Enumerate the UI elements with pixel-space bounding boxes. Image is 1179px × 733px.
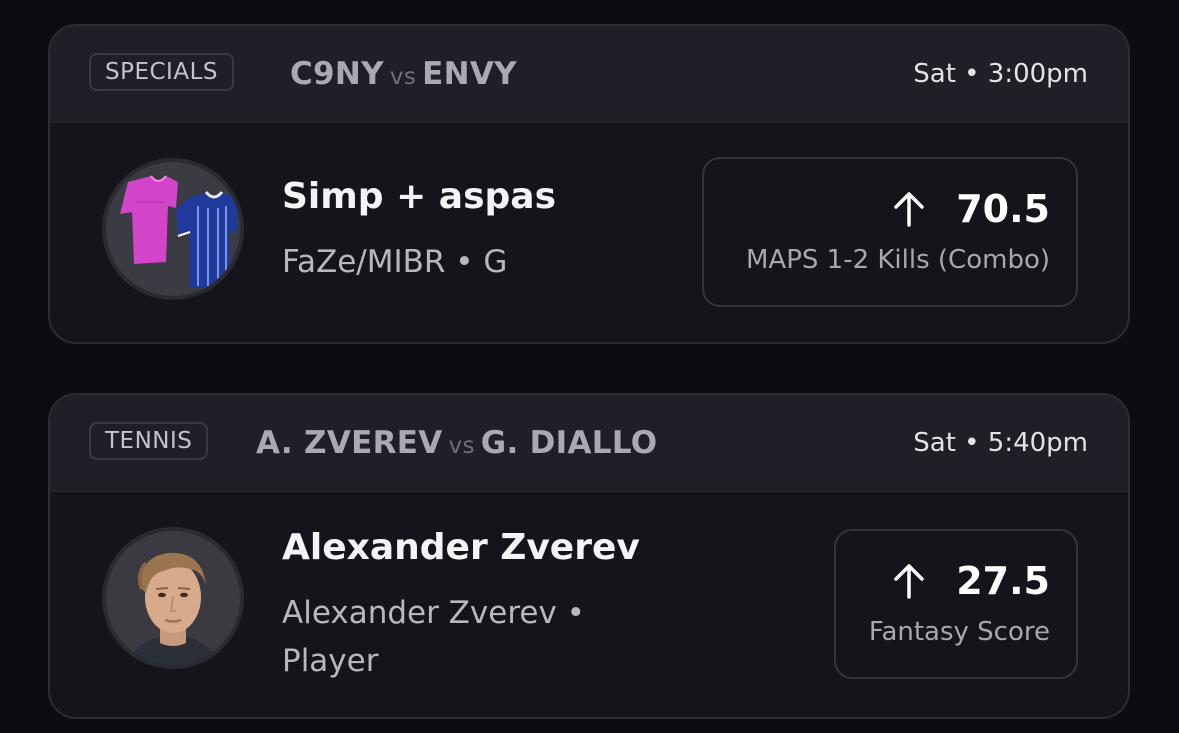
player-name: Simp + aspas <box>282 176 556 217</box>
arrow-up-icon <box>894 564 924 599</box>
pick-card-specials[interactable]: SPECIALS C9NY vs ENVY Sat • 3:00pm Simp + … <box>48 24 1130 344</box>
player-name: Alexander Zverev <box>282 527 640 568</box>
team-b: ENVY <box>422 56 517 92</box>
matchup: A. ZVEREV vs G. DIALLO <box>256 423 657 466</box>
team-a: C9NY <box>290 56 384 92</box>
category-tag: TENNIS <box>89 422 209 460</box>
team-b: G. DIALLO <box>480 425 658 461</box>
card-header: SPECIALS C9NY vs ENVY Sat • 3:00pm <box>50 26 1128 122</box>
projection-box[interactable]: 70.5 MAPS 1-2 Kills (Combo) <box>702 157 1078 307</box>
vs-label: vs <box>448 433 475 459</box>
stat-label: Fantasy Score <box>868 617 1050 647</box>
pick-card-tennis[interactable]: TENNIS A. ZVEREV vs G. DIALLO Sat • 5:40pm… <box>48 393 1130 719</box>
stat-label: MAPS 1-2 Kills (Combo) <box>745 245 1050 275</box>
header-divider <box>50 491 1128 492</box>
projection-value-row: 70.5 <box>892 187 1050 231</box>
category-tag: SPECIALS <box>89 53 234 91</box>
vs-label: vs <box>389 64 417 90</box>
projection-value-row: 27.5 <box>892 559 1050 603</box>
card-header: TENNIS A. ZVEREV vs G. DIALLO Sat • 5:40pm <box>50 395 1128 491</box>
header-divider <box>50 122 1128 123</box>
match-time: Sat • 5:40pm <box>913 428 1088 458</box>
player-team-position-line2: Player <box>282 643 379 679</box>
player-team-position: FaZe/MIBR • G <box>282 244 508 280</box>
team-a: A. ZVEREV <box>256 425 443 461</box>
projection-box[interactable]: 27.5 Fantasy Score <box>834 529 1078 679</box>
player-team-position-line1: Alexander Zverev • <box>282 595 585 631</box>
player-headshot <box>102 527 244 669</box>
arrow-up-icon <box>894 192 924 227</box>
projection-line: 70.5 <box>956 187 1050 231</box>
projection-line: 27.5 <box>956 559 1050 603</box>
jerseys-icon <box>102 158 244 300</box>
match-time: Sat • 3:00pm <box>913 59 1088 89</box>
matchup: C9NY vs ENVY <box>290 54 517 97</box>
